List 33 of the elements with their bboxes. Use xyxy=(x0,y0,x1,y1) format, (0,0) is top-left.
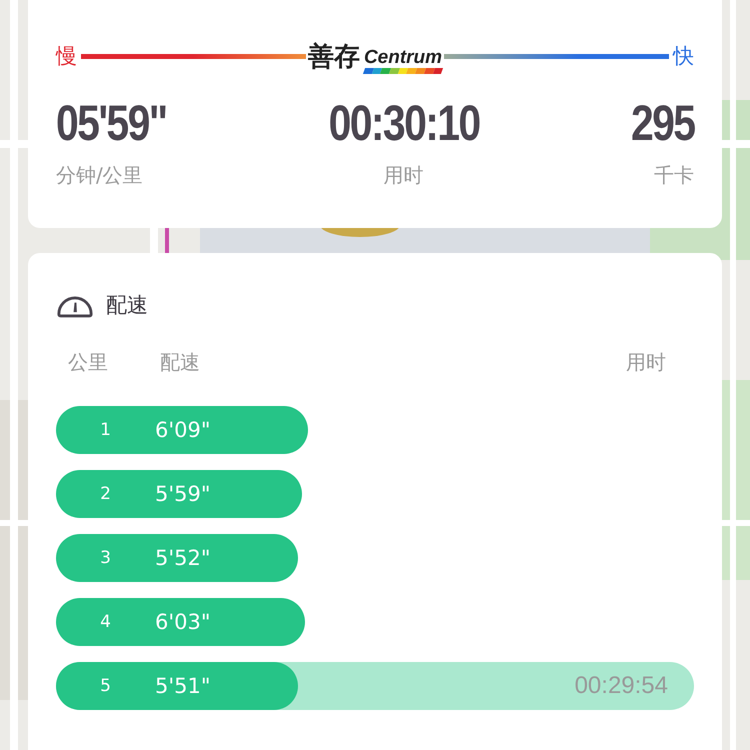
stat-label: 用时 xyxy=(384,162,424,189)
column-header: 配速 xyxy=(160,349,201,376)
stat-value: 05'59" xyxy=(56,94,167,152)
fast-label: 快 xyxy=(672,43,695,70)
panel-title: 配速 xyxy=(106,292,148,319)
km-number: 4 xyxy=(99,612,112,632)
pace-row[interactable]: 2 5'59" xyxy=(56,470,694,518)
pace-value: 6'09" xyxy=(155,418,211,442)
brand-logo: 善存 Centrum xyxy=(306,40,444,74)
pace-row[interactable]: 1 6'09" xyxy=(56,406,694,454)
pace-bar[interactable] xyxy=(56,662,298,710)
km-number: 1 xyxy=(99,420,112,440)
pace-value: 5'52" xyxy=(155,546,211,570)
stat-label: 千卡 xyxy=(654,162,694,189)
pace-row[interactable]: 3 5'52" xyxy=(56,534,694,582)
column-header: 用时 xyxy=(626,349,667,376)
stat-value: 00:30:10 xyxy=(328,94,480,152)
pace-row[interactable]: 4 6'03" xyxy=(56,598,694,646)
pace-value: 5'51" xyxy=(155,674,211,698)
pace-value: 5'59" xyxy=(155,482,211,506)
stat-label: 分钟/公里 xyxy=(56,162,144,189)
pace-bar[interactable] xyxy=(56,470,302,518)
pace-bar[interactable] xyxy=(56,406,308,454)
km-number: 5 xyxy=(99,676,112,696)
column-header: 公里 xyxy=(68,349,109,376)
pace-bar[interactable] xyxy=(56,534,298,582)
pace-row[interactable]: 5 5'51" 00:29:54 xyxy=(56,662,694,710)
km-number: 2 xyxy=(99,484,112,504)
split-time: 00:29:54 xyxy=(574,672,668,700)
km-number: 3 xyxy=(99,548,112,568)
pace-bar[interactable] xyxy=(56,598,305,646)
stat-value: 295 xyxy=(630,94,694,152)
pace-value: 6'03" xyxy=(155,610,211,634)
